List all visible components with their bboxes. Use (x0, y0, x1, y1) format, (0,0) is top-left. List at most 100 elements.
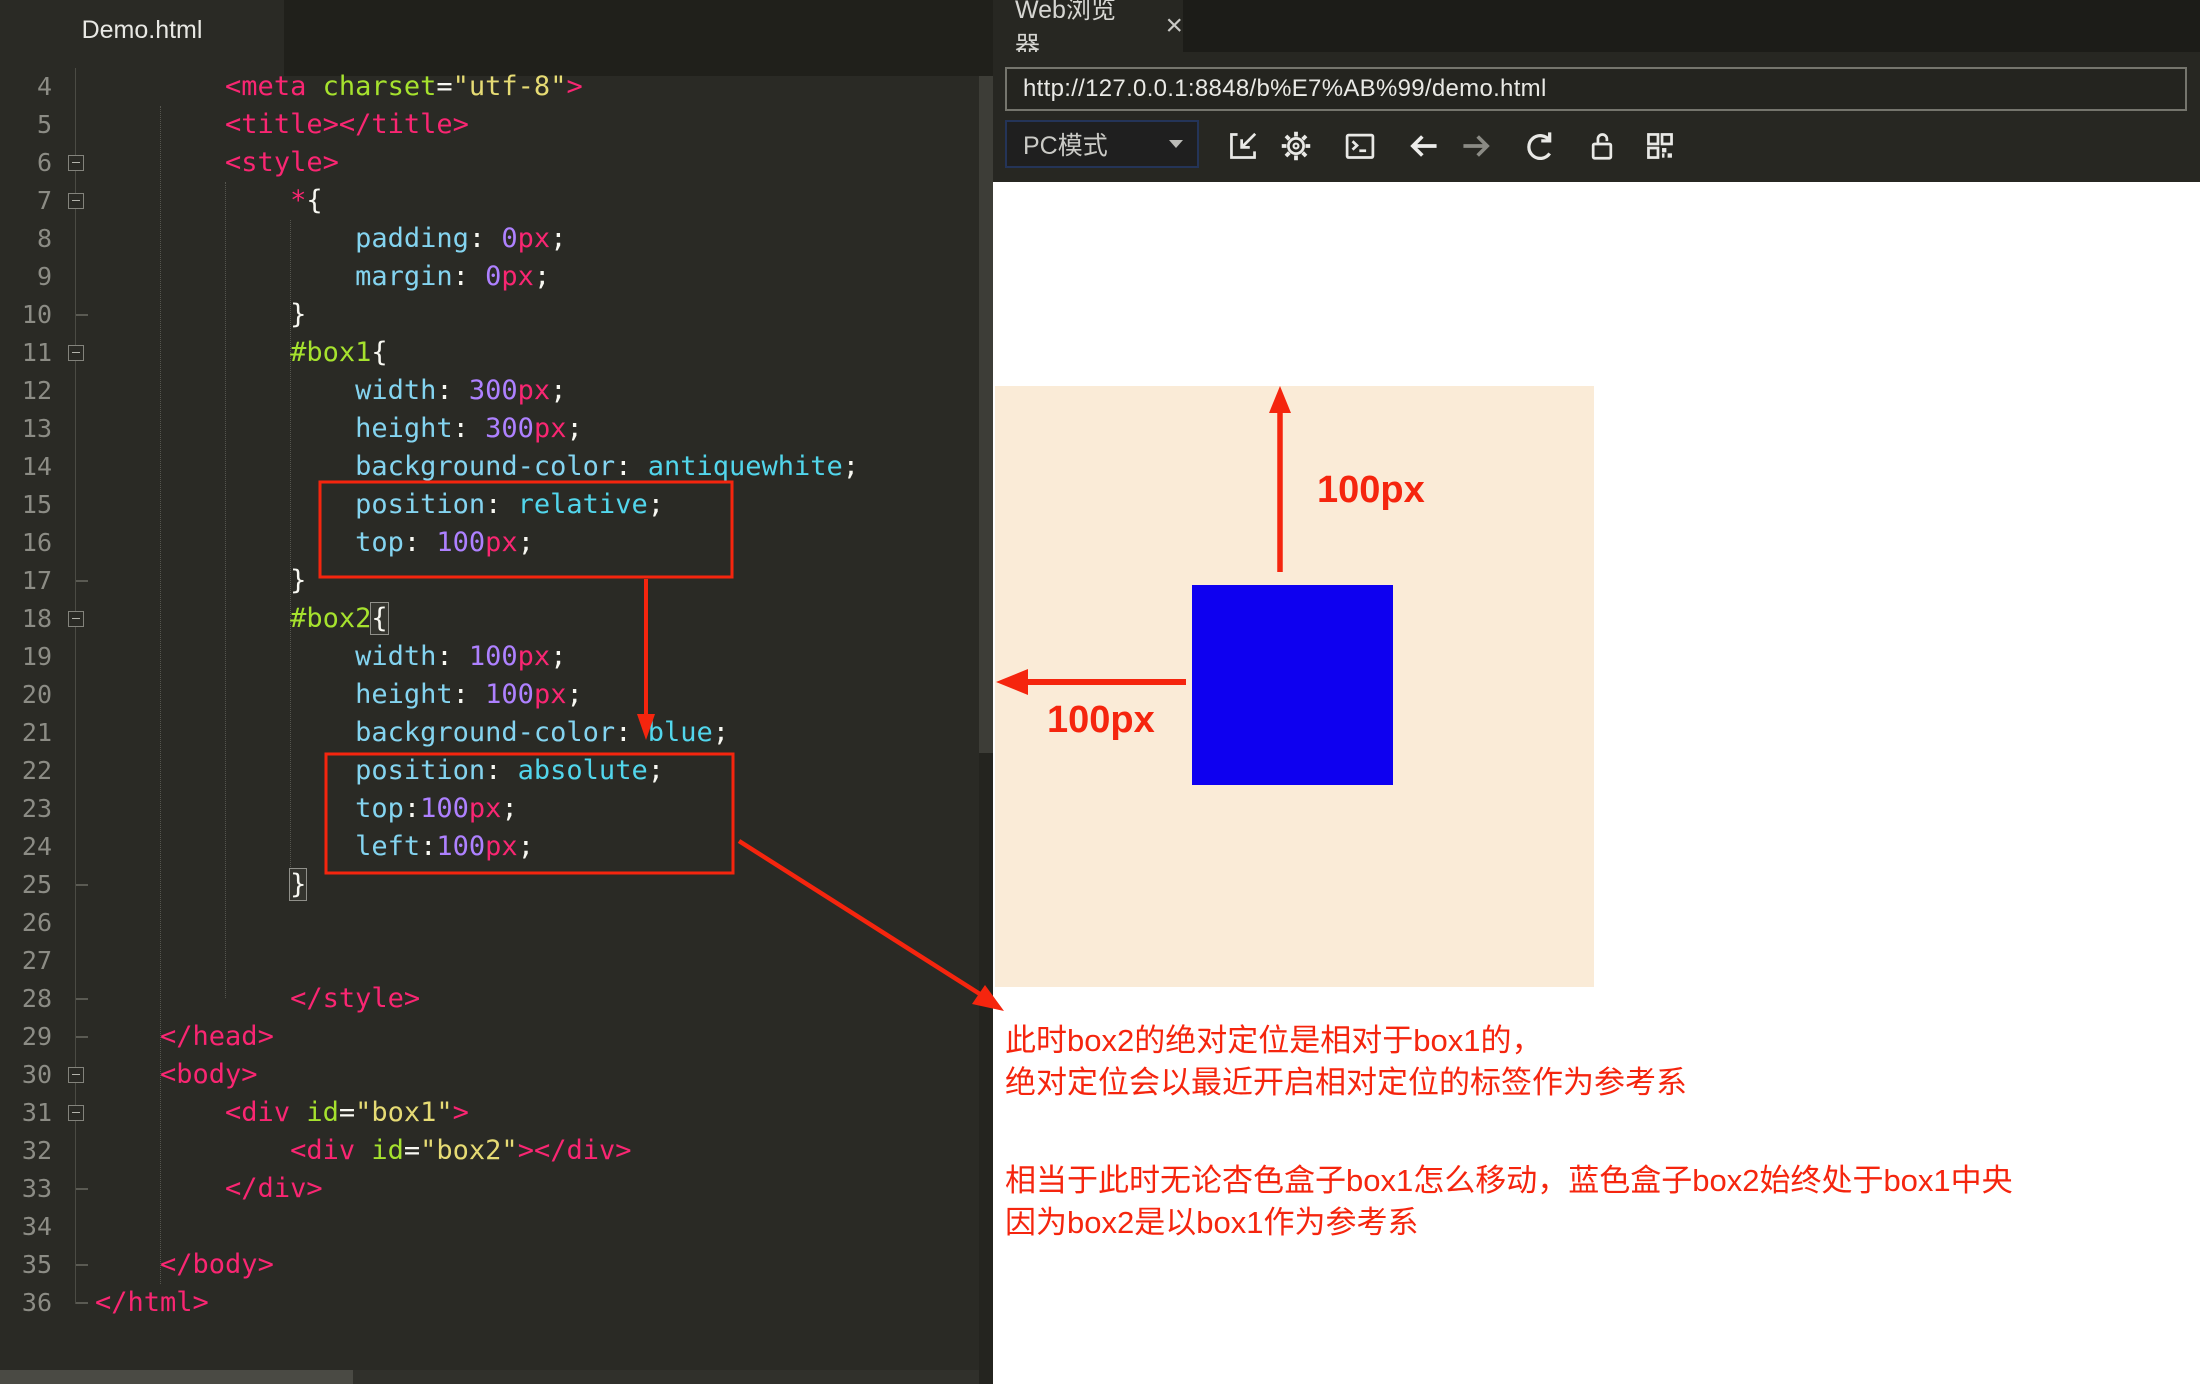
code-line: 24 left:100px; (0, 828, 980, 866)
line-number: 32 (0, 1132, 52, 1170)
browser-tab-bar: Web浏览器 × (993, 0, 2200, 52)
line-number: 9 (0, 258, 52, 296)
code-line-text[interactable]: </body> (95, 1246, 274, 1284)
device-mode-dropdown[interactable]: PC模式 (1005, 120, 1199, 168)
line-number: 8 (0, 220, 52, 258)
line-number: 20 (0, 676, 52, 714)
back-arrow-icon[interactable] (1404, 127, 1442, 165)
forward-arrow-icon[interactable] (1458, 127, 1496, 165)
line-number: 14 (0, 448, 52, 486)
fold-toggle-icon[interactable] (68, 193, 84, 209)
editor-vertical-scrollbar[interactable] (979, 76, 993, 1384)
code-line: 32 <div id="box2"></div> (0, 1132, 980, 1170)
code-line-text[interactable]: <meta charset="utf-8"> (95, 68, 583, 106)
code-line-text[interactable]: *{ (95, 182, 323, 220)
code-line-text[interactable]: <body> (95, 1056, 258, 1094)
code-line-text[interactable]: position: absolute; (95, 752, 664, 790)
editor-vertical-scrollbar-thumb[interactable] (979, 76, 993, 753)
line-number: 22 (0, 752, 52, 790)
fold-toggle-icon[interactable] (68, 155, 84, 171)
code-line: 34 (0, 1208, 980, 1246)
code-line-text[interactable]: top:100px; (95, 790, 518, 828)
app-window: 4 <meta charset="utf-8">5 <title></title… (0, 0, 2200, 1384)
code-line-text[interactable]: height: 300px; (95, 410, 583, 448)
code-line-text[interactable]: #box2{ (95, 600, 388, 638)
annotation-note-1-line-1: 此时box2的绝对定位是相对于box1的， (1005, 1020, 1687, 1062)
annotation-note-1: 此时box2的绝对定位是相对于box1的， 绝对定位会以最近开启相对定位的标签作… (1005, 1020, 1687, 1104)
code-line: 16 top: 100px; (0, 524, 980, 562)
code-line: 8 padding: 0px; (0, 220, 980, 258)
code-line: 6 <style> (0, 144, 980, 182)
lock-open-icon[interactable] (1583, 127, 1621, 165)
line-number: 17 (0, 562, 52, 600)
code-line-text[interactable]: <style> (95, 144, 339, 182)
code-line: 29 </head> (0, 1018, 980, 1056)
line-number: 31 (0, 1094, 52, 1132)
code-line-text[interactable]: background-color: antiquewhite; (95, 448, 859, 486)
code-line: 7 *{ (0, 182, 980, 220)
code-line-text[interactable]: width: 100px; (95, 638, 566, 676)
code-line-text[interactable]: </html> (95, 1284, 209, 1322)
fold-toggle-icon[interactable] (68, 345, 84, 361)
code-lines: 4 <meta charset="utf-8">5 <title></title… (0, 0, 980, 1384)
fold-end-marker (76, 1188, 88, 1190)
line-number: 28 (0, 980, 52, 1018)
code-line: 23 top:100px; (0, 790, 980, 828)
code-line-text[interactable]: } (95, 296, 306, 334)
code-line: 35 </body> (0, 1246, 980, 1284)
annotation-note-1-line-2: 绝对定位会以最近开启相对定位的标签作为参考系 (1005, 1062, 1687, 1104)
code-line: 27 (0, 942, 980, 980)
editor-pane: 4 <meta charset="utf-8">5 <title></title… (0, 0, 993, 1384)
code-line-text[interactable]: </head> (95, 1018, 274, 1056)
code-line-text[interactable]: top: 100px; (95, 524, 534, 562)
code-line-text[interactable]: background-color: blue; (95, 714, 729, 752)
code-line: 25 } (0, 866, 980, 904)
annotation-note-2: 相当于此时无论杏色盒子box1怎么移动，蓝色盒子box2始终处于box1中央 因… (1005, 1160, 2013, 1244)
browser-toolbar-area: http://127.0.0.1:8848/b%E7%AB%99/demo.ht… (993, 52, 2200, 182)
fold-toggle-icon[interactable] (68, 611, 84, 627)
code-line-text[interactable]: #box1{ (95, 334, 388, 372)
code-line-text[interactable]: } (95, 866, 306, 904)
code-line-text[interactable]: <div id="box1"> (95, 1094, 469, 1132)
code-line-text[interactable]: left:100px; (95, 828, 534, 866)
code-line-text[interactable]: } (95, 562, 306, 600)
code-line-text[interactable]: height: 100px; (95, 676, 583, 714)
browser-tab-web[interactable]: Web浏览器 × (993, 0, 1183, 52)
line-number: 33 (0, 1170, 52, 1208)
open-in-browser-icon[interactable] (1224, 127, 1262, 165)
line-number: 21 (0, 714, 52, 752)
code-line: 15 position: relative; (0, 486, 980, 524)
refresh-icon[interactable] (1519, 127, 1557, 165)
line-number: 16 (0, 524, 52, 562)
fold-toggle-icon[interactable] (68, 1067, 84, 1083)
code-line-text[interactable]: <div id="box2"></div> (95, 1132, 631, 1170)
code-line-text[interactable]: margin: 0px; (95, 258, 550, 296)
line-number: 25 (0, 866, 52, 904)
settings-gear-icon[interactable] (1277, 127, 1315, 165)
fold-end-marker (76, 580, 88, 582)
box2-blue (1192, 585, 1393, 785)
fold-end-marker (76, 1264, 88, 1266)
close-icon[interactable]: × (1165, 11, 1183, 41)
code-line-text[interactable]: position: relative; (95, 486, 664, 524)
fold-toggle-icon[interactable] (68, 1105, 84, 1121)
code-line: 17 } (0, 562, 980, 600)
line-number: 23 (0, 790, 52, 828)
terminal-icon[interactable] (1341, 127, 1379, 165)
qr-code-icon[interactable] (1641, 127, 1679, 165)
line-number: 6 (0, 144, 52, 182)
code-line-text[interactable]: </div> (95, 1170, 323, 1208)
code-line-text[interactable]: width: 300px; (95, 372, 566, 410)
code-line-text[interactable]: </style> (95, 980, 420, 1018)
code-line-text[interactable]: padding: 0px; (95, 220, 566, 258)
line-number: 34 (0, 1208, 52, 1246)
code-line: 33 </div> (0, 1170, 980, 1208)
code-line: 28 </style> (0, 980, 980, 1018)
code-line: 31 <div id="box1"> (0, 1094, 980, 1132)
code-line-text[interactable]: <title></title> (95, 106, 469, 144)
line-number: 36 (0, 1284, 52, 1322)
code-line: 30 <body> (0, 1056, 980, 1094)
code-line: 19 width: 100px; (0, 638, 980, 676)
address-bar[interactable]: http://127.0.0.1:8848/b%E7%AB%99/demo.ht… (1005, 67, 2187, 111)
line-number: 19 (0, 638, 52, 676)
